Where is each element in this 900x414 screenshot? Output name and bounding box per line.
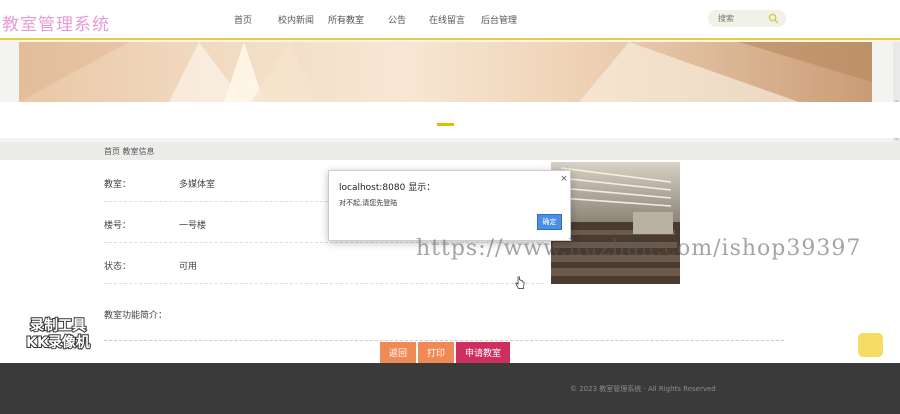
divider — [104, 340, 784, 341]
nav-item-admin[interactable]: 后台管理 — [481, 13, 517, 26]
search-icon[interactable] — [768, 13, 779, 24]
nav-item-classrooms[interactable]: 所有教室 — [328, 13, 364, 26]
dialog-title: localhost:8080 显示： — [339, 183, 436, 193]
banner-controls-area — [0, 102, 900, 138]
back-button[interactable]: 返回 — [380, 342, 416, 363]
nav-item-messages[interactable]: 在线留言 — [429, 13, 465, 26]
detail-label: 状态： — [104, 262, 132, 272]
dialog-ok-button[interactable]: 确定 — [537, 214, 562, 230]
print-button[interactable]: 打印 — [418, 342, 454, 363]
detail-label: 楼号： — [104, 221, 132, 231]
carousel-indicator[interactable] — [437, 123, 454, 126]
detail-value: 可用 — [179, 262, 198, 272]
nav-item-home[interactable]: 首页 — [234, 13, 252, 26]
search-box — [708, 10, 786, 27]
nav-item-notice[interactable]: 公告 — [388, 13, 406, 26]
nav-item-news[interactable]: 校内新闻 — [278, 13, 314, 26]
site-logo[interactable]: 教室管理系统 — [2, 10, 110, 35]
top-header: 教室管理系统 首页 校内新闻 所有教室 公告 在线留言 后台管理 — [0, 0, 900, 40]
close-icon[interactable]: × — [559, 174, 569, 184]
description-label: 教室功能简介： — [104, 311, 168, 321]
recorder-watermark: 录制工具 KK录像机 — [18, 317, 98, 352]
detail-label: 教室： — [104, 180, 132, 190]
banner-image — [19, 42, 872, 102]
alert-dialog: localhost:8080 显示： × 对不起,请您先登陆 确定 — [328, 170, 571, 241]
breadcrumb[interactable]: 首页 教室信息 — [104, 146, 155, 157]
recorder-line: 录制工具 — [29, 317, 87, 335]
footer-copyright: © 2023 教室管理系统 · All Rights Reserved — [570, 385, 716, 393]
watermark-url: https://www.huzhan.com/ishop39397 — [416, 236, 862, 261]
search-input[interactable] — [718, 12, 764, 25]
detail-value: 多媒体室 — [179, 180, 216, 190]
open-book-illustration — [19, 42, 872, 102]
detail-value: 一号楼 — [179, 221, 207, 231]
hand-cursor-icon — [515, 276, 525, 289]
back-to-top-button[interactable] — [858, 333, 883, 357]
recorder-line: KK录像机 — [25, 334, 91, 352]
dialog-message: 对不起,请您先登陆 — [339, 199, 398, 207]
breadcrumb-bar: 首页 教室信息 — [0, 142, 900, 160]
apply-classroom-button[interactable]: 申请教室 — [456, 342, 510, 363]
footer: © 2023 教室管理系统 · All Rights Reserved — [0, 363, 900, 414]
